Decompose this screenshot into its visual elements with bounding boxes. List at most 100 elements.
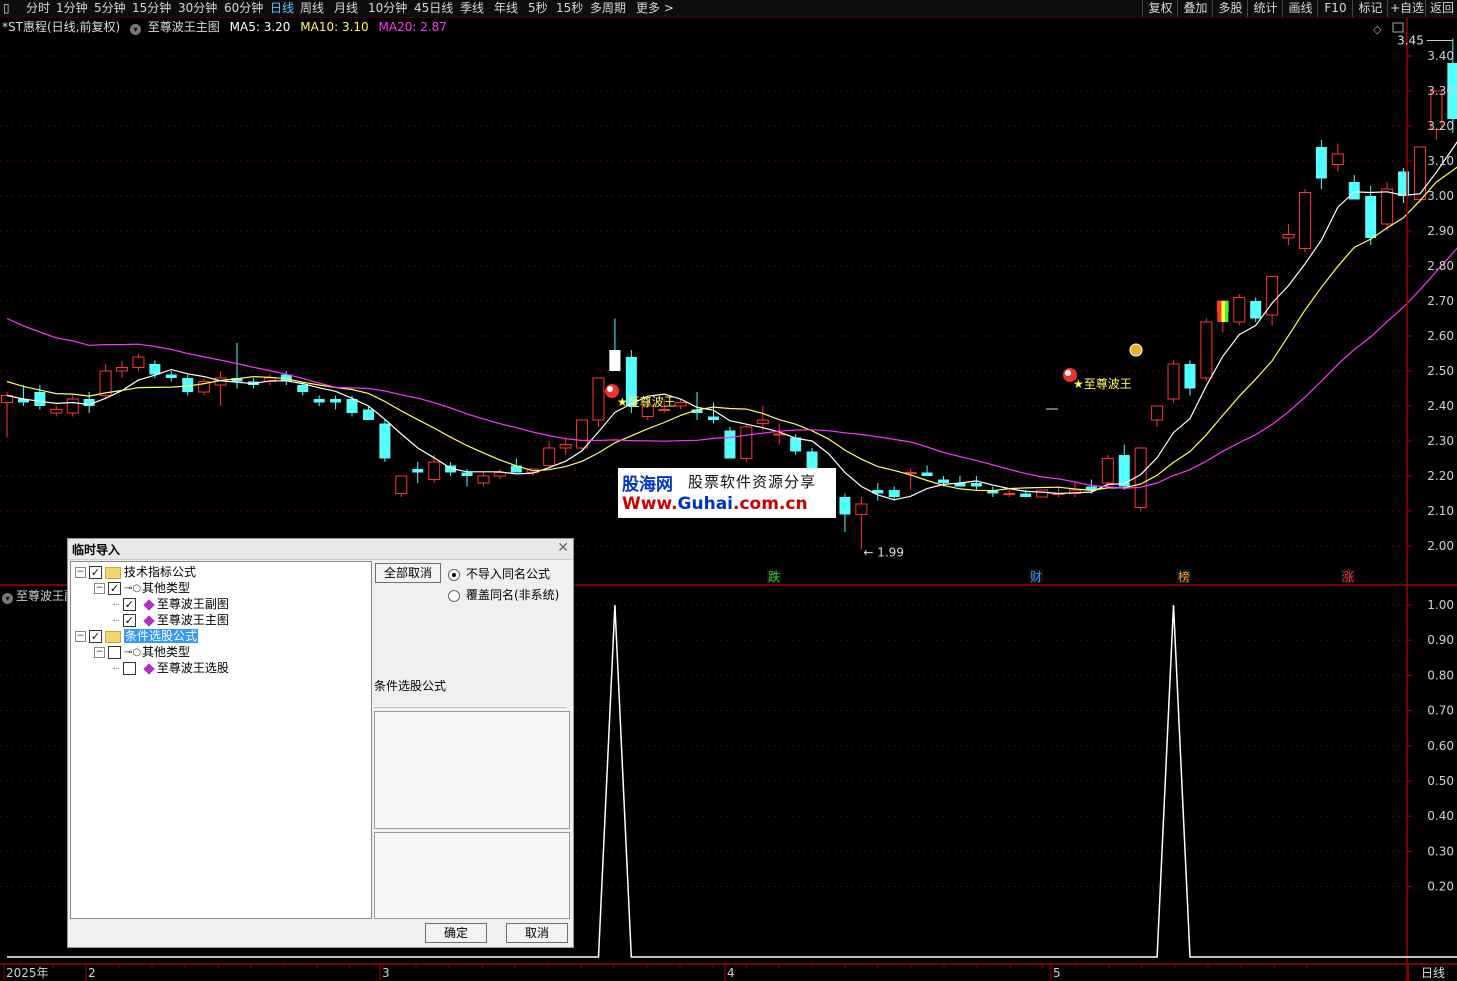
- period-tab-0[interactable]: 分时: [26, 0, 50, 17]
- period-tab-5[interactable]: 60分钟: [224, 0, 263, 17]
- ok-button[interactable]: 确定: [425, 923, 487, 943]
- price-tick-label: 2.00: [1427, 539, 1454, 553]
- checkbox[interactable]: ✓: [89, 630, 102, 643]
- dropdown-icon[interactable]: ▾: [2, 593, 13, 604]
- cancel-button[interactable]: 取消: [506, 923, 568, 943]
- period-tab-10[interactable]: 45日线: [414, 0, 453, 17]
- tree-node[interactable]: ✓ 至尊波王主图: [113, 612, 229, 628]
- tree-node-label: 其他类型: [142, 645, 191, 659]
- sub-tick-label: 0.80: [1427, 668, 1454, 682]
- tool-button-7[interactable]: +自选: [1387, 0, 1426, 17]
- tool-button-8[interactable]: 返回: [1425, 0, 1457, 17]
- period-tab-13[interactable]: 5秒: [528, 0, 548, 17]
- tool-button-4[interactable]: 画线: [1282, 0, 1318, 17]
- formula-icon: [143, 598, 155, 611]
- candle: [872, 483, 884, 501]
- tool-button-5[interactable]: F10: [1317, 0, 1353, 17]
- sub-tick-label: 0.30: [1427, 844, 1454, 858]
- window-icon: [1392, 22, 1404, 33]
- radio-overwrite[interactable]: 覆盖同名(非系统): [448, 586, 559, 603]
- tree-node[interactable]: − ✓ ⊸○其他类型: [94, 580, 190, 596]
- candle: [904, 469, 917, 490]
- preview-panel-bottom[interactable]: [374, 832, 570, 919]
- tree-node-label: 技术指标公式: [124, 565, 197, 579]
- period-indicator[interactable]: 日线: [1408, 965, 1457, 981]
- period-tab-4[interactable]: 30分钟: [178, 0, 217, 17]
- tree-node[interactable]: 至尊波王选股: [113, 660, 229, 676]
- tree-connector: [113, 620, 119, 621]
- watermark-url: Www.Guhai.com.cn: [622, 494, 808, 514]
- candle: [1134, 447, 1147, 511]
- period-tab-16[interactable]: 更多 >: [636, 0, 674, 17]
- checkbox[interactable]: ✓: [89, 566, 102, 579]
- svg-text:榜: 榜: [1178, 569, 1190, 584]
- signal-marker: ★至尊波王: [605, 384, 676, 409]
- folder-icon: [105, 630, 121, 643]
- svg-text:★至尊波王: ★至尊波王: [617, 394, 676, 409]
- candle: [839, 493, 851, 532]
- radio-selected-icon: [448, 568, 460, 581]
- dialog-titlebar[interactable]: 临时导入 ✕: [68, 539, 573, 560]
- checkbox[interactable]: ✓: [108, 582, 121, 595]
- checkbox[interactable]: ✓: [122, 598, 136, 611]
- collapse-icon[interactable]: −: [94, 583, 105, 594]
- svg-text:跌: 跌: [768, 569, 780, 584]
- candle: [1036, 489, 1049, 498]
- candle: [1200, 318, 1213, 382]
- watermark-logo: 股海网: [622, 475, 673, 495]
- period-tab-8[interactable]: 月线: [334, 0, 358, 17]
- collapse-icon[interactable]: −: [75, 631, 86, 642]
- period-tab-12[interactable]: 年线: [494, 0, 518, 17]
- time-label: 2: [88, 966, 96, 980]
- tool-button-2[interactable]: 多股: [1212, 0, 1248, 17]
- period-tab-6[interactable]: 日线: [270, 0, 294, 17]
- event-tag: 涨: [1341, 569, 1355, 584]
- close-icon[interactable]: ✕: [557, 540, 569, 556]
- tool-button-1[interactable]: 叠加: [1177, 0, 1213, 17]
- period-tab-11[interactable]: 季线: [460, 0, 484, 17]
- candle: [1233, 294, 1246, 326]
- period-tab-15[interactable]: 多周期: [590, 0, 626, 17]
- candle: [66, 395, 79, 417]
- candle: [412, 462, 424, 483]
- formula-icon: [143, 662, 155, 675]
- sub-tick-label: 0.60: [1427, 739, 1454, 753]
- candle: [1151, 405, 1164, 427]
- checkbox[interactable]: [108, 646, 121, 659]
- candle: [116, 360, 129, 378]
- tree-node[interactable]: − ✓ 技术指标公式: [75, 564, 196, 580]
- candle: [1381, 182, 1394, 231]
- cancel-all-button[interactable]: 全部取消: [375, 563, 441, 583]
- candle: [165, 371, 177, 382]
- period-tab-14[interactable]: 15秒: [556, 0, 583, 17]
- collapse-icon[interactable]: −: [94, 647, 105, 658]
- event-tag: 跌: [767, 569, 781, 584]
- tree-node[interactable]: − ✓ 条件选股公式: [75, 628, 199, 644]
- sub-tick-label: 0.90: [1427, 633, 1454, 647]
- period-tab-2[interactable]: 5分钟: [94, 0, 126, 17]
- tree-node[interactable]: ✓ 至尊波王副图: [113, 596, 229, 612]
- candle: [493, 469, 506, 480]
- tree-node[interactable]: − ⊸○其他类型: [94, 644, 190, 660]
- collapse-icon[interactable]: −: [75, 567, 86, 578]
- period-tab-9[interactable]: 10分钟: [368, 0, 407, 17]
- checkbox[interactable]: ✓: [122, 614, 136, 627]
- period-tab-7[interactable]: 周线: [300, 0, 324, 17]
- svg-text:涨: 涨: [1342, 569, 1354, 584]
- formula-icon: [143, 614, 155, 627]
- period-tab-3[interactable]: 15分钟: [132, 0, 171, 17]
- candle: [198, 378, 211, 396]
- candle: [1282, 224, 1295, 245]
- period-tab-1[interactable]: 1分钟: [56, 0, 88, 17]
- candle: [17, 385, 29, 406]
- watermark-tagline: 股票软件资源分享: [688, 473, 817, 491]
- checkbox[interactable]: [122, 662, 136, 675]
- formula-tree[interactable]: − ✓ 技术指标公式 − ✓ ⊸○其他类型 ✓ 至尊波王副图 ✓ 至尊波王主图 − ✓ 条件选股公式…: [70, 561, 372, 919]
- menu-icon[interactable]: ▯: [3, 0, 10, 17]
- radio-no-import[interactable]: 不导入同名公式: [448, 565, 550, 582]
- tool-button-6[interactable]: 标记: [1352, 0, 1388, 17]
- tool-button-0[interactable]: 复权: [1142, 0, 1178, 17]
- tool-button-3[interactable]: 统计: [1247, 0, 1283, 17]
- preview-panel-top[interactable]: [374, 711, 570, 829]
- candle: [954, 476, 966, 487]
